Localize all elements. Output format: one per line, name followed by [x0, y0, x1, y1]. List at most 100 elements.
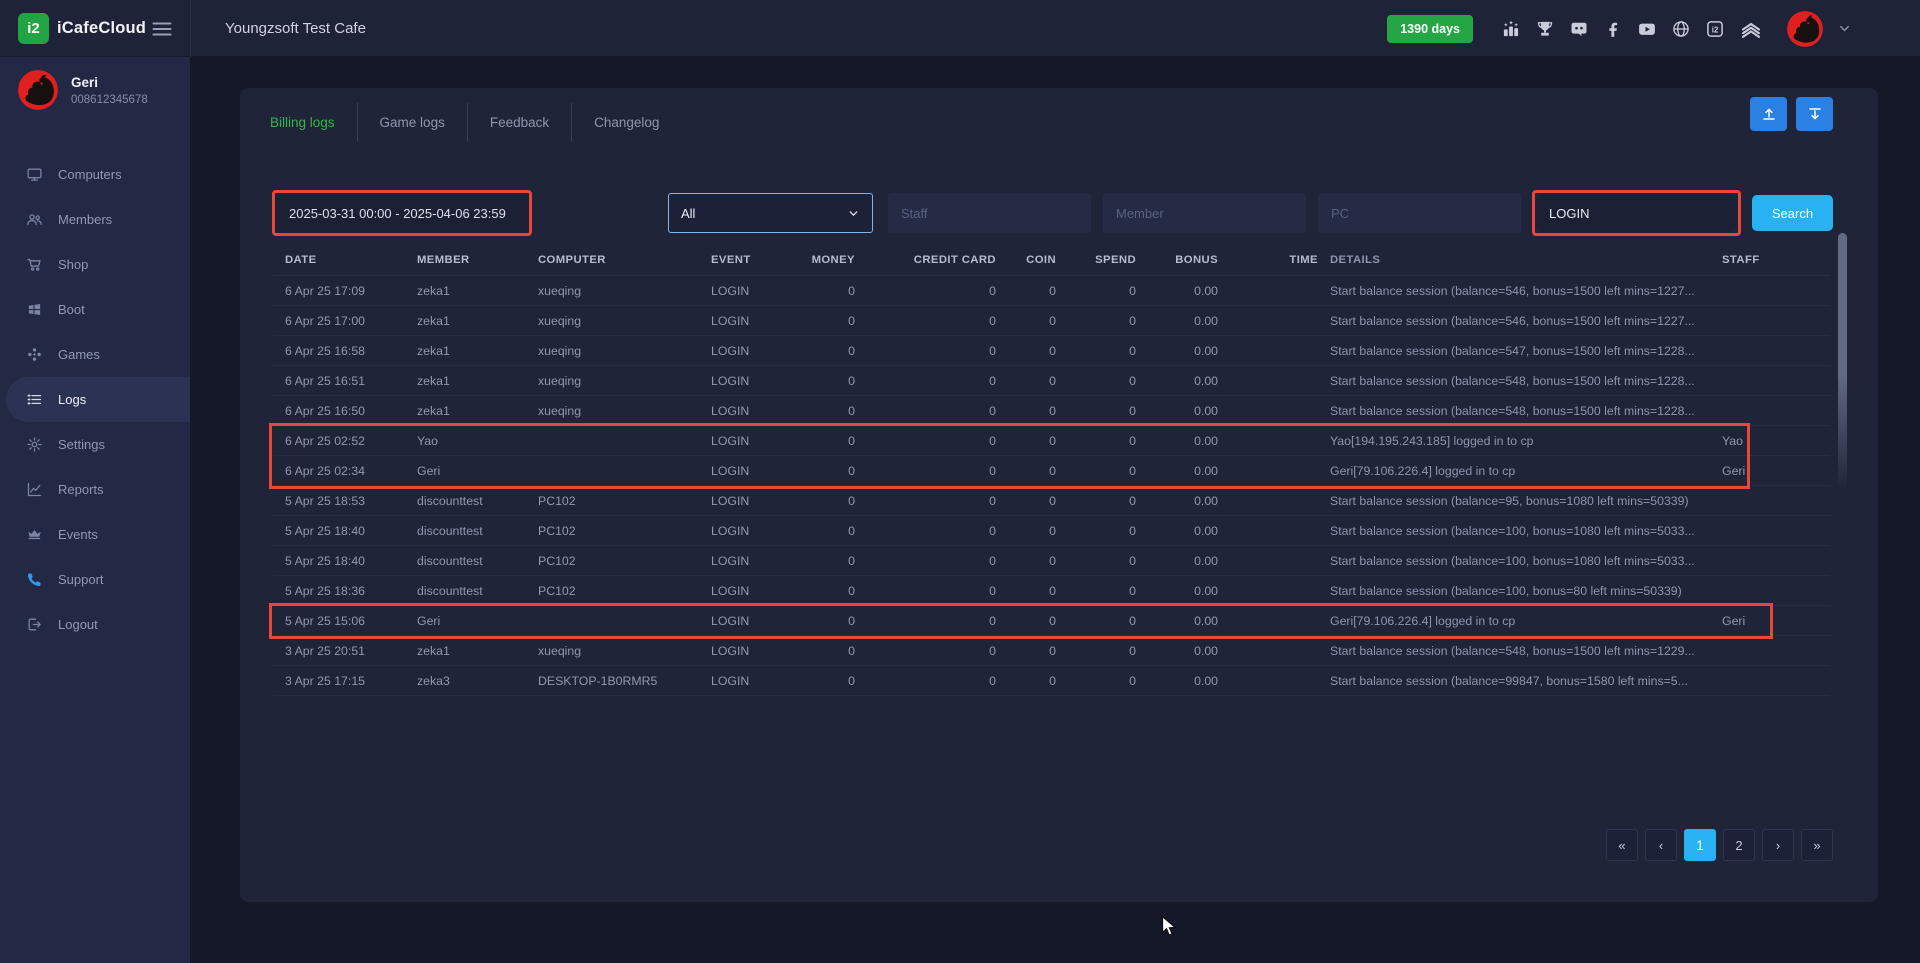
sidebar-user: Geri 008612345678 [18, 70, 148, 110]
facebook-icon[interactable] [1603, 19, 1623, 39]
cell-event: LOGIN [711, 404, 811, 418]
sidebar-item-reports[interactable]: Reports [0, 467, 190, 512]
youngzsoft-icon[interactable] [1739, 19, 1763, 39]
cell-member: discounttest [417, 524, 538, 538]
youtube-icon[interactable] [1637, 19, 1657, 39]
cell-money: 0 [811, 524, 855, 538]
pc-filter-input[interactable] [1318, 193, 1521, 233]
event-filter-input[interactable] [1536, 194, 1737, 232]
logs-tabs: Billing logsGame logsFeedbackChangelog [248, 100, 681, 144]
cell-coin: 0 [996, 434, 1056, 448]
member-filter-input[interactable] [1103, 193, 1306, 233]
chevron-down-icon[interactable] [1837, 21, 1852, 36]
cell-money: 0 [811, 314, 855, 328]
table-row: 6 Apr 25 02:34GeriLOGIN00000.00Geri[79.1… [273, 456, 1830, 486]
cell-member: zeka3 [417, 674, 538, 688]
cell-date: 3 Apr 25 17:15 [285, 674, 417, 688]
sidebar-item-shop[interactable]: Shop [0, 242, 190, 287]
cell-date: 6 Apr 25 17:09 [285, 284, 417, 298]
event-type-select[interactable]: All [668, 193, 873, 233]
first-page-button[interactable]: « [1606, 829, 1638, 861]
cell-member: zeka1 [417, 374, 538, 388]
cell-bonus: 0.00 [1136, 404, 1218, 418]
cell-coin: 0 [996, 614, 1056, 628]
table-row: 3 Apr 25 20:51zeka1xueqingLOGIN00000.00S… [273, 636, 1830, 666]
sidebar-item-members[interactable]: Members [0, 197, 190, 242]
cell-credit_card: 0 [855, 464, 996, 478]
user-avatar[interactable] [1787, 11, 1823, 47]
cell-coin: 0 [996, 344, 1056, 358]
tab-feedback[interactable]: Feedback [468, 115, 571, 130]
cell-spend: 0 [1056, 584, 1136, 598]
prev-page-button[interactable]: ‹ [1645, 829, 1677, 861]
trophy-icon[interactable] [1535, 19, 1555, 39]
sidebar-item-computers[interactable]: Computers [0, 152, 190, 197]
sidebar-item-settings[interactable]: Settings [0, 422, 190, 467]
cell-computer: xueqing [538, 404, 711, 418]
cell-spend: 0 [1056, 344, 1136, 358]
scrollbar-thumb[interactable] [1838, 233, 1847, 490]
discord-icon[interactable] [1569, 19, 1589, 39]
export-download-button[interactable] [1796, 97, 1833, 131]
column-header-money: MONEY [811, 254, 855, 266]
tab-changelog[interactable]: Changelog [572, 115, 681, 130]
date-range-highlight: 2025-03-31 00:00 - 2025-04-06 23:59 [272, 190, 532, 236]
sidebar-item-label: Settings [58, 437, 105, 452]
event-type-selected: All [681, 206, 695, 221]
cell-spend: 0 [1056, 314, 1136, 328]
search-button[interactable]: Search [1752, 195, 1833, 231]
staff-filter-input[interactable] [888, 193, 1091, 233]
page-2-button[interactable]: 2 [1723, 829, 1755, 861]
cell-member: Geri [417, 614, 538, 628]
cell-details: Geri[79.106.226.4] logged in to cp [1318, 614, 1710, 628]
user-avatar[interactable] [18, 70, 58, 110]
cell-bonus: 0.00 [1136, 314, 1218, 328]
sidebar-item-boot[interactable]: Boot [0, 287, 190, 332]
date-range-input[interactable]: 2025-03-31 00:00 - 2025-04-06 23:59 [275, 206, 529, 221]
sidebar-item-logout[interactable]: Logout [0, 602, 190, 647]
export-upload-button[interactable] [1750, 97, 1787, 131]
cell-member: zeka1 [417, 314, 538, 328]
icafecloud-icon[interactable]: i2 [1705, 19, 1725, 39]
sidebar-item-label: Support [58, 572, 104, 587]
tab-game-logs[interactable]: Game logs [358, 115, 467, 130]
cell-bonus: 0.00 [1136, 434, 1218, 448]
column-header-staff: STAFF [1710, 254, 1816, 266]
next-page-button[interactable]: › [1762, 829, 1794, 861]
topbar-actions: 1390 days i2 [1387, 0, 1852, 57]
billing-logs-card: Billing logsGame logsFeedbackChangelog 2… [240, 88, 1878, 902]
last-page-button[interactable]: » [1801, 829, 1833, 861]
cell-event: LOGIN [711, 464, 811, 478]
cell-details: Start balance session (balance=100, bonu… [1318, 554, 1710, 568]
cell-date: 6 Apr 25 16:51 [285, 374, 417, 388]
sidebar-item-support[interactable]: Support [0, 557, 190, 602]
cell-date: 5 Apr 25 15:06 [285, 614, 417, 628]
cell-details: Start balance session (balance=100, bonu… [1318, 584, 1710, 598]
page-1-button[interactable]: 1 [1684, 829, 1716, 861]
cell-money: 0 [811, 464, 855, 478]
cell-money: 0 [811, 554, 855, 568]
cell-coin: 0 [996, 374, 1056, 388]
tab-billing-logs[interactable]: Billing logs [248, 115, 357, 130]
cell-money: 0 [811, 404, 855, 418]
ranking-icon[interactable] [1501, 19, 1521, 39]
cell-bonus: 0.00 [1136, 644, 1218, 658]
cell-details: Start balance session (balance=100, bonu… [1318, 524, 1710, 538]
sidebar-item-events[interactable]: Events [0, 512, 190, 557]
cell-money: 0 [811, 674, 855, 688]
topbar: i2 iCafeCloud Youngzsoft Test Cafe 1390 … [0, 0, 1920, 57]
sidebar-item-games[interactable]: Games [0, 332, 190, 377]
sidebar-item-logs[interactable]: Logs [6, 377, 190, 422]
games-icon [26, 346, 43, 363]
globe-icon[interactable] [1671, 19, 1691, 39]
sidebar-item-label: Logs [58, 392, 86, 407]
cell-event: LOGIN [711, 494, 811, 508]
cell-spend: 0 [1056, 464, 1136, 478]
hamburger-menu-icon[interactable] [150, 17, 174, 39]
cell-coin: 0 [996, 644, 1056, 658]
cell-event: LOGIN [711, 344, 811, 358]
cell-computer: PC102 [538, 554, 711, 568]
column-header-member: MEMBER [417, 254, 538, 266]
subscription-days-badge[interactable]: 1390 days [1387, 15, 1473, 43]
cell-spend: 0 [1056, 434, 1136, 448]
